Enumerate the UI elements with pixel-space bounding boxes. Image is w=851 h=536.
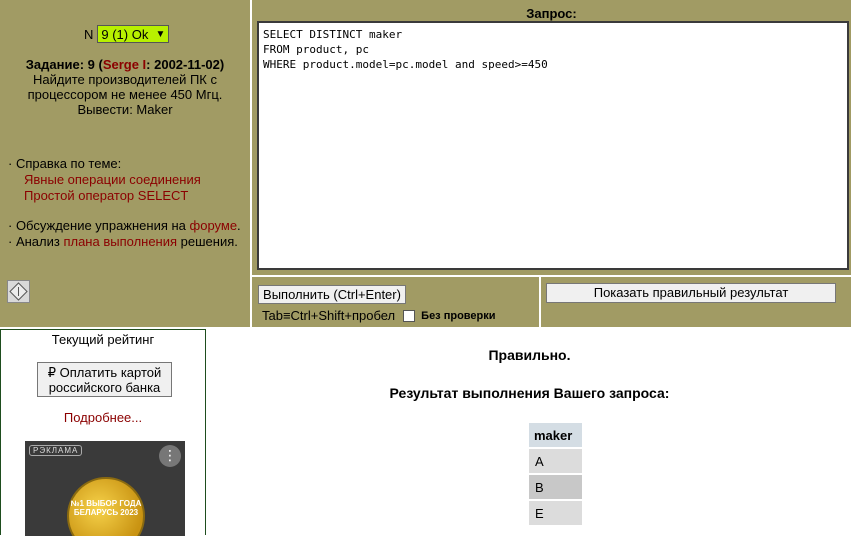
plan-line: · Анализ плана выполнения решения. <box>8 234 246 250</box>
pay-button[interactable]: ₽ Оплатить картой российского банка <box>37 362 172 397</box>
forum-link[interactable]: форуме <box>190 218 238 233</box>
plan-text: · Анализ <box>8 234 64 249</box>
task-title-suffix: : 2002-11-02) <box>146 57 225 72</box>
task-title: Задание: 9 (Serge I: 2002-11-02) <box>0 57 250 72</box>
forum-line: · Обсуждение упражнения на форуме. <box>8 218 246 234</box>
execute-button[interactable]: Выполнить (Ctrl+Enter) <box>258 285 406 304</box>
more-link[interactable]: Подробнее... <box>1 410 205 425</box>
table-cell: B <box>529 475 582 499</box>
result-title: Результат выполнения Вашего запроса: <box>389 385 670 401</box>
chevron-down-icon: ▼ <box>155 28 166 40</box>
execute-cell: Выполнить (Ctrl+Enter) Tab≡Ctrl+Shift+пр… <box>252 277 539 327</box>
plan-text-end: решения. <box>177 234 238 249</box>
task-number-row: N 9 (1) Ok ▼ <box>84 25 170 43</box>
help-section: · Справка по теме: Явные операции соедин… <box>8 156 248 204</box>
award-medal-image: №1 ВЫБОР ГОДА БЕЛАРУСЬ 2023 <box>67 477 145 536</box>
forum-text: · Обсуждение упражнения на <box>8 218 190 233</box>
no-check-checkbox[interactable] <box>403 309 416 322</box>
query-label: Запрос: <box>526 6 577 21</box>
column-header-maker: maker <box>529 423 582 447</box>
task-panel: N 9 (1) Ok ▼ Задание: 9 (Serge I: 2002-1… <box>0 0 250 327</box>
table-row: E <box>529 501 582 525</box>
discussion-section: · Обсуждение упражнения на форуме. · Ана… <box>8 218 246 250</box>
help-heading: · Справка по теме: <box>8 156 122 171</box>
forum-text-end: . <box>237 218 241 233</box>
tab-hint-row: Tab≡Ctrl+Shift+пробел Без проверки <box>262 308 496 323</box>
medal-text: №1 ВЫБОР ГОДА БЕЛАРУСЬ 2023 <box>70 499 142 517</box>
rating-title: Текущий рейтинг <box>51 332 155 347</box>
diamond-icon <box>9 282 28 301</box>
sql-editor[interactable]: SELECT DISTINCT maker FROM product, pc W… <box>257 21 849 270</box>
tab-hint: Tab≡Ctrl+Shift+пробел <box>262 308 396 323</box>
result-table: maker A B E <box>529 421 582 527</box>
task-description: Найдите производителей ПК с процессором … <box>27 72 223 117</box>
more-vertical-icon[interactable]: ⋮ <box>159 445 181 467</box>
ad-label: РЭКЛАМА <box>29 445 83 456</box>
task-select[interactable]: 9 (1) Ok ▼ <box>97 25 170 43</box>
no-check-label: Без проверки <box>421 309 496 322</box>
result-status: Правильно. <box>488 347 571 363</box>
rating-panel: Текущий рейтинг ₽ Оплатить картой россий… <box>0 329 206 536</box>
show-correct-button[interactable]: Показать правильный результат <box>546 283 836 303</box>
show-correct-cell: Показать правильный результат <box>541 277 851 327</box>
task-title-prefix: Задание: 9 ( <box>25 57 103 72</box>
table-row: A <box>529 449 582 473</box>
table-header-row: maker <box>529 423 582 447</box>
table-row: B <box>529 475 582 499</box>
task-select-value: 9 (1) Ok <box>101 26 149 42</box>
task-author: Serge I <box>102 57 147 72</box>
help-link-joins[interactable]: Явные операции соединения <box>8 172 248 188</box>
help-link-select[interactable]: Простой оператор SELECT <box>8 188 248 204</box>
info-diamond-button[interactable] <box>7 280 30 303</box>
table-cell: E <box>529 501 582 525</box>
advertisement[interactable]: РЭКЛАМА ⋮ №1 ВЫБОР ГОДА БЕЛАРУСЬ 2023 <box>25 441 185 536</box>
plan-link[interactable]: плана выполнения <box>63 234 177 249</box>
table-cell: A <box>529 449 582 473</box>
task-number-label: N <box>84 26 94 42</box>
